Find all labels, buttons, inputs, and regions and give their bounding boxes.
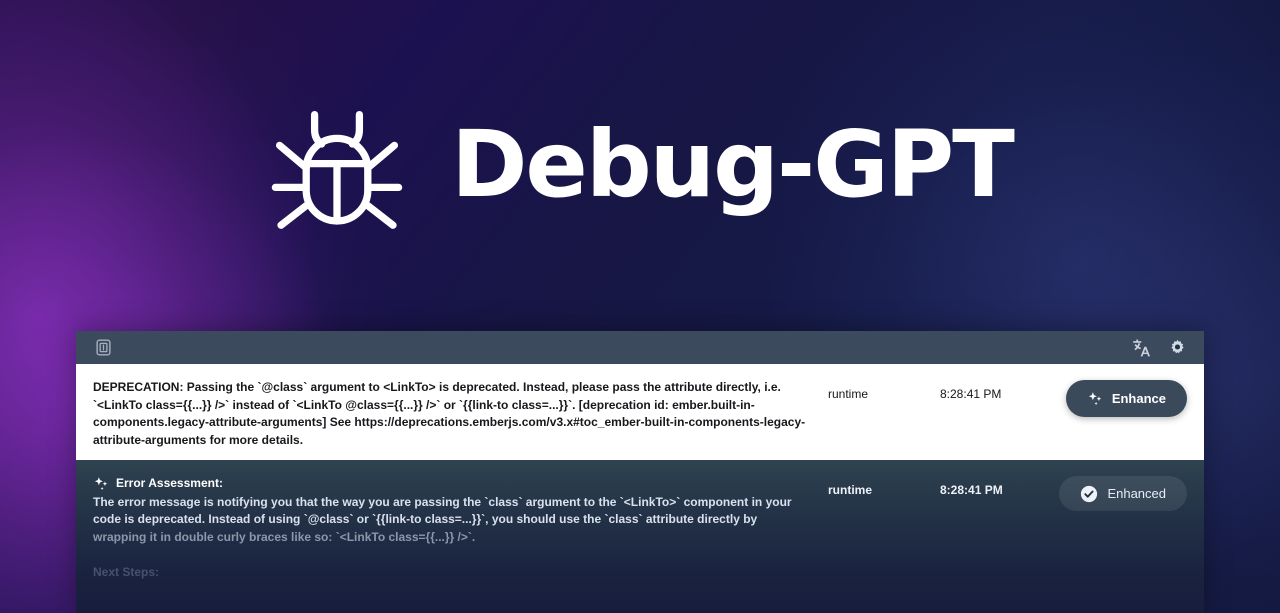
gear-icon[interactable] <box>1164 336 1190 360</box>
log-action-cell: Enhance <box>1058 377 1188 417</box>
console-toolbar <box>76 331 1204 364</box>
check-circle-icon <box>1081 485 1098 502</box>
assessment-heading: Error Assessment: <box>93 475 828 493</box>
assessment-line-1: The error message is notifying you that … <box>93 494 792 509</box>
sparkle-icon <box>94 477 108 490</box>
log-timestamp: 8:28:41 PM <box>940 483 1003 497</box>
next-steps-heading: Next Steps: <box>93 565 160 580</box>
log-source: runtime <box>828 387 869 401</box>
enhance-button[interactable]: Enhance <box>1065 380 1187 417</box>
console-panel: DEPRECATION: Passing the `@class` argume… <box>76 331 1204 613</box>
enhanced-button-label: Enhanced <box>1107 486 1166 501</box>
log-timestamp: 8:28:41 PM <box>940 387 1002 401</box>
table-row[interactable]: Error Assessment: The error message is n… <box>76 460 1204 613</box>
assessment-title: Error Assessment: <box>116 476 223 490</box>
page-title: Debug-GPT <box>451 111 1015 218</box>
log-source: runtime <box>828 483 873 497</box>
enhanced-button[interactable]: Enhanced <box>1059 476 1187 511</box>
translate-icon[interactable] <box>1128 336 1154 360</box>
trash-icon[interactable] <box>90 336 116 360</box>
assessment-line-3: wrapping it in double curly braces like … <box>93 529 476 544</box>
sparkle-icon <box>1088 391 1102 405</box>
table-row[interactable]: DEPRECATION: Passing the `@class` argume… <box>76 364 1204 460</box>
log-message: DEPRECATION: Passing the `@class` argume… <box>93 380 806 447</box>
enhance-button-label: Enhance <box>1111 391 1166 406</box>
hero-banner: Debug-GPT <box>0 0 1280 330</box>
log-action-cell: Enhanced <box>1058 473 1188 511</box>
app-root: Debug-GPT DEPRECATION: Passing the `@cla… <box>0 0 1280 613</box>
bug-icon <box>271 110 403 229</box>
log-message: Error Assessment: The error message is n… <box>93 473 828 582</box>
assessment-line-2: code is deprecated. Instead of using `@c… <box>93 512 758 527</box>
toolbar-actions <box>1128 336 1190 360</box>
